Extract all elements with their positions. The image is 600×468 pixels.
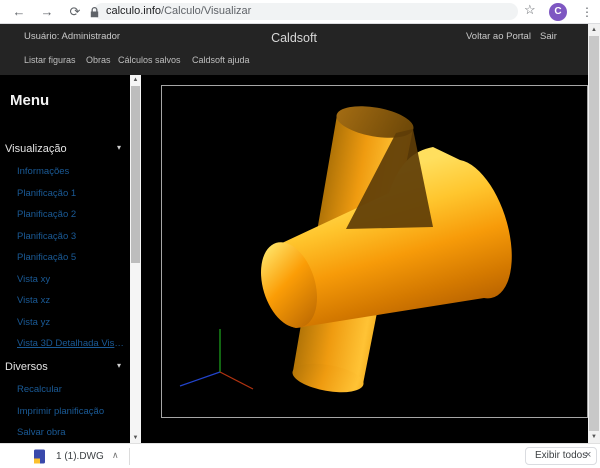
nav-caldsoft-ajuda[interactable]: Caldsoft ajuda: [192, 55, 250, 65]
sidebar-item-label: Vista xz: [17, 295, 50, 306]
sidebar-item-imprimir-planificacao[interactable]: Imprimir planificação: [17, 406, 127, 417]
axes-triad: [180, 329, 253, 389]
nav-listar-figuras[interactable]: Listar figuras: [24, 55, 76, 65]
page-scroll-down-icon[interactable]: ▼: [588, 431, 600, 443]
download-options-icon[interactable]: ∧: [112, 450, 119, 461]
sidebar-item-label: Planificação 1: [17, 188, 76, 199]
sidebar-item-planificacao-1[interactable]: Planificação 1: [17, 188, 127, 199]
browser-menu-icon[interactable]: ⋮: [581, 2, 593, 22]
lock-icon: [90, 5, 99, 23]
sidebar-item-label: Planificação 3: [17, 231, 76, 242]
app-header: Usuário: Administrador Caldsoft Voltar a…: [0, 24, 588, 75]
sidebar-item-salvar-obra[interactable]: Salvar obra: [17, 427, 127, 438]
sidebar-item-label: Planificação 2: [17, 209, 76, 220]
sidebar-item-label: Vista xy: [17, 274, 50, 285]
3d-viewport-canvas[interactable]: [141, 75, 588, 443]
sidebar-item-planificacao-2[interactable]: Planificação 2: [17, 209, 127, 220]
page-scroll-thumb[interactable]: [589, 36, 599, 431]
sidebar-item-recalcular[interactable]: Recalcular: [17, 384, 127, 395]
link-sair[interactable]: Sair: [540, 31, 557, 42]
axis-z-blue: [180, 372, 220, 386]
page-scrollbar[interactable]: ▲ ▼: [588, 24, 600, 443]
url-text: calculo.info/Calculo/Visualizar: [106, 5, 251, 18]
sidebar-scroll-up-icon[interactable]: ▲: [130, 75, 141, 85]
nav-calculos-salvos[interactable]: Cálculos salvos: [118, 55, 181, 65]
dwg-file-icon: [33, 449, 46, 468]
axis-x-red: [220, 372, 253, 389]
sidebar-item-vista-xy[interactable]: Vista xy: [17, 274, 127, 285]
sidebar-item-label: Salvar obra: [17, 427, 66, 438]
sidebar-item-vista-yz[interactable]: Vista yz: [17, 317, 127, 328]
sidebar-item-label: Diversos: [5, 361, 48, 373]
download-file-name: 1 (1).DWG: [56, 451, 104, 462]
sidebar-scroll-thumb[interactable]: [131, 86, 140, 263]
nav-obras[interactable]: Obras: [86, 55, 111, 65]
3d-scene: [141, 75, 588, 443]
sidebar-item-label: Vista yz: [17, 317, 50, 328]
sidebar-item-label: Planificação 5: [17, 252, 76, 263]
sidebar-item-label: Imprimir planificação: [17, 406, 104, 417]
page-content: Menu Visualização ▾ Informações Planificaçã…: [0, 75, 600, 443]
sidebar-scrollbar[interactable]: ▲ ▼: [130, 75, 141, 443]
sidebar-menu: Menu Visualização ▾ Informações Planificaçã…: [0, 75, 130, 443]
sidebar-section-diversos[interactable]: Diversos ▾: [5, 361, 127, 373]
sidebar-item-label: Vista 3D Detalhada Visualizar: [17, 338, 127, 349]
sidebar-item-label: Visualização: [5, 143, 67, 155]
sidebar-item-label: Informações: [17, 166, 69, 177]
url-path: /Calculo/Visualizar: [161, 5, 251, 17]
link-voltar-ao-portal[interactable]: Voltar ao Portal: [466, 31, 531, 42]
download-item[interactable]: 1 (1).DWG ∧: [0, 444, 129, 468]
back-icon[interactable]: ←: [10, 2, 28, 22]
caret-down-icon: ▾: [117, 361, 121, 370]
profile-avatar[interactable]: C: [549, 3, 567, 21]
sidebar-item-vista-3d-detalhada-visualizar[interactable]: Vista 3D Detalhada Visualizar: [17, 338, 127, 349]
sidebar-title: Menu: [10, 92, 49, 109]
page-scroll-up-icon[interactable]: ▲: [588, 24, 600, 36]
sidebar-item-informacoes[interactable]: Informações: [17, 166, 127, 177]
caret-down-icon: ▾: [117, 143, 121, 152]
url-host: calculo.info: [106, 5, 161, 17]
browser-toolbar: ← → ⟳ calculo.info/Calculo/Visualizar ☆ …: [0, 0, 600, 24]
sidebar-item-vista-xz[interactable]: Vista xz: [17, 295, 127, 306]
reload-icon[interactable]: ⟳: [66, 2, 84, 22]
sidebar-scroll-down-icon[interactable]: ▼: [130, 433, 141, 443]
downloads-bar: 1 (1).DWG ∧ Exibir todos ×: [0, 443, 600, 468]
bookmark-star-icon[interactable]: ☆: [524, 2, 536, 18]
downloads-divider: [129, 448, 130, 465]
sidebar-item-planificacao-5[interactable]: Planificação 5: [17, 252, 127, 263]
sidebar-item-planificacao-3[interactable]: Planificação 3: [17, 231, 127, 242]
forward-icon[interactable]: →: [38, 2, 56, 22]
sidebar-item-label: Recalcular: [17, 384, 62, 395]
sidebar-section-visualizacao[interactable]: Visualização ▾: [5, 143, 127, 155]
downloads-close-icon[interactable]: ×: [585, 449, 591, 461]
